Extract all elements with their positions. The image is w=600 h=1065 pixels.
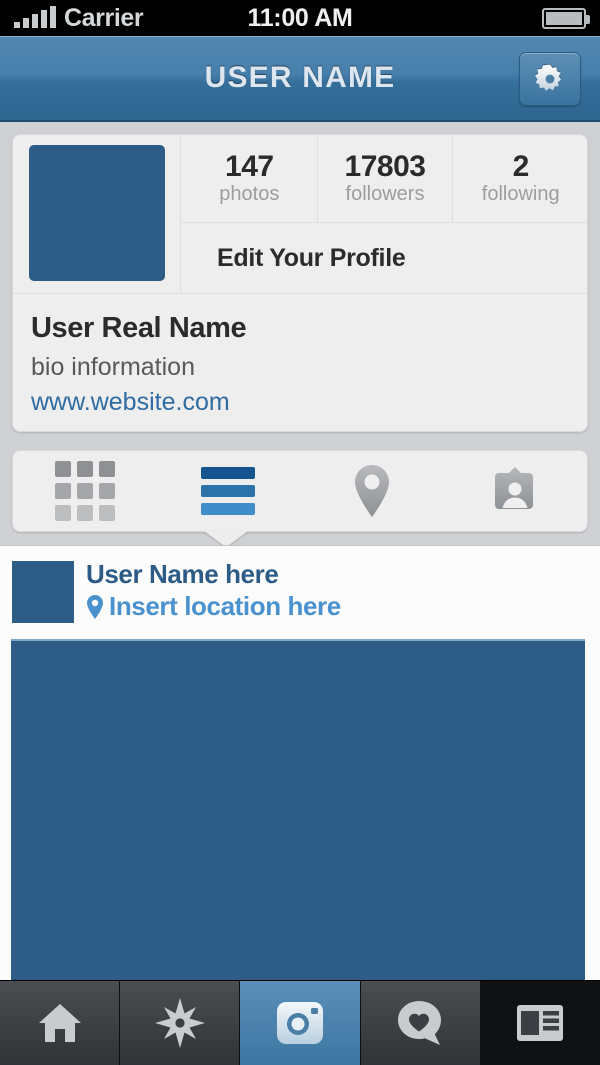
stat-photos-label: photos xyxy=(219,183,280,206)
location-pin-icon xyxy=(354,465,389,517)
activity-tab[interactable] xyxy=(360,981,481,1065)
list-view-tab[interactable] xyxy=(157,451,301,531)
bio-text: bio information xyxy=(31,353,195,381)
camera-icon xyxy=(277,1002,323,1044)
post-user-name[interactable]: User Name here xyxy=(86,559,279,590)
battery-fill xyxy=(546,12,582,25)
post-photo[interactable] xyxy=(11,639,585,980)
real-name: User Real Name xyxy=(31,312,247,344)
avatar-column xyxy=(13,135,181,293)
compass-star-icon xyxy=(154,998,205,1048)
explore-tab[interactable] xyxy=(120,981,241,1065)
stat-followers[interactable]: 17803 followers xyxy=(318,135,454,222)
battery-icon xyxy=(542,8,590,29)
tagged-view-tab[interactable] xyxy=(444,451,588,531)
status-time: 11:00 AM xyxy=(247,3,353,32)
photos-of-you-icon xyxy=(495,467,534,509)
post-header: User Name here Insert location here xyxy=(0,559,600,639)
gear-icon xyxy=(535,64,562,91)
stat-following-label: following xyxy=(481,183,560,206)
avatar[interactable] xyxy=(29,145,165,281)
edit-profile-button[interactable]: Edit Your Profile xyxy=(182,223,587,293)
grid-icon xyxy=(54,461,115,521)
grid-view-tab[interactable] xyxy=(13,451,157,531)
bio-block: User Real Name bio information www.websi… xyxy=(13,294,587,417)
bottom-tab-bar xyxy=(0,980,600,1065)
home-tab[interactable] xyxy=(0,981,121,1065)
heart-bubble-icon xyxy=(398,1001,442,1045)
phone-screen: Carrier 11:00 AM USER NAME 147 photos 17… xyxy=(0,0,600,1065)
feed: User Name here Insert location here xyxy=(0,545,600,980)
stat-following[interactable]: 2 following xyxy=(453,135,587,222)
list-icon xyxy=(201,467,256,515)
stat-followers-value: 17803 xyxy=(344,149,426,183)
page-title: USER NAME xyxy=(204,61,396,94)
map-view-tab[interactable] xyxy=(300,451,444,531)
settings-button[interactable] xyxy=(519,52,581,106)
camera-tab[interactable] xyxy=(240,981,361,1065)
profile-card-icon xyxy=(517,1005,564,1041)
stat-following-value: 2 xyxy=(512,149,530,183)
profile-card: 147 photos 17803 followers 2 following E… xyxy=(12,134,588,432)
stat-followers-label: followers xyxy=(345,183,425,206)
profile-stats: 147 photos 17803 followers 2 following xyxy=(182,135,587,222)
navigation-bar: USER NAME xyxy=(0,36,600,122)
post-avatar[interactable] xyxy=(12,561,74,623)
stat-photos[interactable]: 147 photos xyxy=(182,135,318,222)
location-pin-icon xyxy=(87,594,103,619)
website-link[interactable]: www.website.com xyxy=(31,388,587,417)
status-bar: Carrier 11:00 AM xyxy=(0,0,600,36)
stat-photos-value: 147 xyxy=(225,149,274,183)
post-location-label: Insert location here xyxy=(109,591,341,621)
edit-profile-label: Edit Your Profile xyxy=(217,243,406,272)
view-tab-bar xyxy=(12,450,588,532)
profile-tab[interactable] xyxy=(480,981,600,1065)
post-location[interactable]: Insert location here xyxy=(86,591,341,622)
home-icon xyxy=(38,1004,81,1042)
